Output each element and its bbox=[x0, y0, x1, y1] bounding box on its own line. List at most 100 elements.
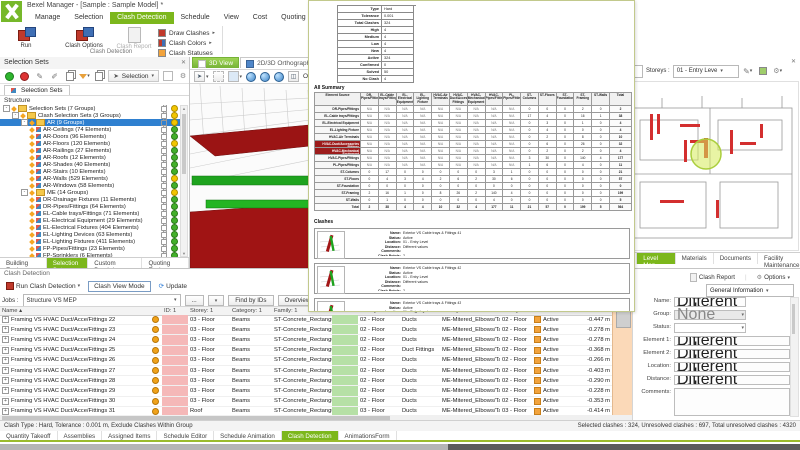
tree-item[interactable]: AR-Stairs (10 Elements) bbox=[0, 168, 180, 175]
selection-dropdown[interactable]: ➤Selection▾ bbox=[108, 70, 159, 82]
group-select[interactable]: None bbox=[674, 310, 746, 320]
paste-icon[interactable] bbox=[64, 70, 76, 82]
dock-tab-documents[interactable]: Documents bbox=[714, 253, 758, 264]
expander-icon[interactable]: - bbox=[3, 105, 10, 112]
row-expander-icon[interactable]: + bbox=[2, 398, 9, 405]
expander-icon[interactable]: - bbox=[21, 189, 28, 196]
view-cube-icon[interactable]: ▾ bbox=[228, 71, 243, 82]
tree-item[interactable]: AR-Railings (27 Elements) bbox=[0, 147, 180, 154]
tree-item[interactable]: AR-Windows (58 Elements) bbox=[0, 182, 180, 189]
clash-card[interactable]: Name:Exterior VS Cable trays & Fittings … bbox=[314, 263, 630, 294]
clash-row[interactable]: +Framing VS HVAC Duct/Acce/Fittings 2703… bbox=[0, 366, 612, 376]
tree-item[interactable]: FP-Pipes/Fittings (23 Elements) bbox=[0, 245, 180, 252]
tree-item[interactable]: -ME (14 Groups) bbox=[0, 189, 180, 196]
row-expander-icon[interactable]: + bbox=[2, 347, 9, 354]
row-expander-icon[interactable]: + bbox=[2, 357, 9, 364]
expander-icon[interactable]: - bbox=[21, 119, 28, 126]
tree-scrollbar[interactable]: ▲ ▼ bbox=[180, 105, 188, 257]
clash-table-scrollbar[interactable] bbox=[612, 306, 633, 415]
clash-report-button2[interactable]: Clash Report bbox=[686, 271, 739, 284]
update-button[interactable]: ⟳Update bbox=[155, 280, 191, 292]
clash-row[interactable]: +Framing VS HVAC Duct/Acce/Fittings 2303… bbox=[0, 325, 612, 335]
ribbon-tab-view[interactable]: View bbox=[217, 12, 246, 24]
column-header-icon[interactable] bbox=[150, 307, 162, 315]
row-expander-icon[interactable]: + bbox=[2, 326, 9, 333]
tree-item[interactable]: -AR (9 Groups) bbox=[0, 119, 180, 126]
column-header-name[interactable]: Name ▴ bbox=[0, 307, 150, 315]
tree-item[interactable]: EL-Electrical Equipment (29 Elements) bbox=[0, 217, 180, 224]
doc-tab-quantity-takeoff[interactable]: Quantity Takeoff bbox=[0, 431, 58, 440]
ribbon-tab-quoting[interactable]: Quoting bbox=[274, 12, 313, 24]
draw-clashes-button[interactable]: Draw Clashes▸ bbox=[158, 28, 215, 38]
run-clash-detection-button[interactable]: Run Clash Detection▾ bbox=[2, 280, 84, 292]
tree-item[interactable]: -Selection Sets (7 Groups) bbox=[0, 105, 180, 112]
column-header-id1[interactable]: ID: 1 bbox=[162, 307, 188, 315]
dock-tab-level-map[interactable]: Level Map bbox=[637, 253, 675, 264]
clash-row[interactable]: +Framing VS HVAC Duct/Acce/Fittings 31Ro… bbox=[0, 407, 612, 415]
row-expander-icon[interactable]: + bbox=[2, 377, 9, 384]
ribbon-tab-schedule[interactable]: Schedule bbox=[174, 12, 217, 24]
tree-item[interactable]: DR-Drainage Fixtures (11 Elements) bbox=[0, 196, 180, 203]
element-2-field[interactable]: Different values bbox=[674, 349, 790, 359]
column-header-category1[interactable]: Category: 1 bbox=[230, 307, 272, 315]
clash-row[interactable]: +Framing VS HVAC Duct/Acce/Fittings 2403… bbox=[0, 335, 612, 345]
dock-tab-materials[interactable]: Materials bbox=[676, 253, 714, 264]
zoom-extents-icon[interactable] bbox=[274, 72, 284, 82]
scroll-down-icon[interactable]: ▼ bbox=[181, 251, 187, 256]
edit-set-icon[interactable]: ✎ bbox=[34, 70, 46, 82]
doc-tab-schedule-animation[interactable]: Schedule Animation bbox=[214, 431, 282, 440]
clash-row[interactable]: +Framing VS HVAC Duct/Acce/Fittings 2903… bbox=[0, 386, 612, 396]
tree-item[interactable]: DR-Pipes/Fittings (64 Elements) bbox=[0, 203, 180, 210]
tree-item[interactable]: AR-Floors (120 Elements) bbox=[0, 140, 180, 147]
status-select[interactable] bbox=[674, 323, 746, 333]
clash-row[interactable]: +Framing VS HVAC Duct/Acce/Fittings 3003… bbox=[0, 397, 612, 407]
clash-view-mode-button[interactable]: Clash View Mode bbox=[88, 281, 150, 292]
copy-icon[interactable] bbox=[93, 70, 105, 82]
doc-tab-clash-detection[interactable]: Clash Detection bbox=[282, 431, 339, 440]
doc-tab-assigned-items[interactable]: Assigned Items bbox=[102, 431, 157, 440]
comments-textarea[interactable] bbox=[674, 388, 790, 416]
level-map-canvas[interactable] bbox=[621, 81, 799, 251]
row-expander-icon[interactable]: + bbox=[2, 316, 9, 323]
tree-item[interactable]: AR-Walls (529 Elements) bbox=[0, 175, 180, 182]
tree-item[interactable]: AR-Doors (96 Elements) bbox=[0, 133, 180, 140]
job-dropdown-button[interactable]: ▾ bbox=[208, 295, 225, 306]
expander-icon[interactable]: - bbox=[12, 112, 19, 119]
ribbon-tab-clash-detection[interactable]: Clash Detection bbox=[110, 12, 173, 24]
tree-item[interactable]: EL-Electrical Fixtures (404 Elements) bbox=[0, 224, 180, 231]
row-expander-icon[interactable]: + bbox=[2, 336, 9, 343]
distance-field[interactable]: Different values bbox=[674, 375, 790, 385]
clash-row[interactable]: +Framing VS HVAC Duct/Acce/Fittings 2203… bbox=[0, 315, 612, 325]
pointer-mode-icon[interactable] bbox=[162, 70, 174, 82]
draw-tool-icon[interactable]: ✎▾ bbox=[742, 65, 754, 77]
clash-colors-button[interactable]: Clash Colors▸ bbox=[158, 38, 215, 48]
select-arrow-icon[interactable]: ➤▾ bbox=[194, 71, 209, 82]
row-expander-icon[interactable]: + bbox=[2, 387, 9, 394]
pan-icon[interactable] bbox=[260, 72, 270, 82]
scroll-up-icon[interactable]: ▲ bbox=[181, 106, 187, 111]
add-set-icon[interactable] bbox=[4, 70, 16, 82]
map-settings-icon[interactable]: ⚙▾ bbox=[772, 65, 784, 77]
doc-tab-schedule-editor[interactable]: Schedule Editor bbox=[157, 431, 214, 440]
ribbon-tab-selection[interactable]: Selection bbox=[67, 12, 110, 24]
doc-tab-assemblies[interactable]: Assemblies bbox=[58, 431, 103, 440]
orbit-icon[interactable] bbox=[246, 72, 256, 82]
storey-combo[interactable]: 01 - Entry Leve▾ bbox=[673, 65, 739, 78]
remove-set-icon[interactable] bbox=[19, 70, 31, 82]
ribbon-tab-cost[interactable]: Cost bbox=[246, 12, 274, 24]
selection-sets-tab[interactable]: Selection Sets bbox=[4, 85, 70, 95]
tree-item[interactable]: EL-Lighting Devices (63 Elements) bbox=[0, 231, 180, 238]
view-tab-3d-view[interactable]: 3D View bbox=[192, 57, 239, 68]
doc-tab-animationsform[interactable]: AnimationsForm bbox=[339, 431, 397, 440]
new-set-icon[interactable]: ✐ bbox=[49, 70, 61, 82]
snapshot-icon[interactable] bbox=[757, 65, 769, 77]
job-select[interactable]: Structure VS MEP▾ bbox=[23, 294, 181, 307]
ribbon-tab-manage[interactable]: Manage bbox=[28, 12, 67, 24]
tree-item[interactable]: -Clash Selection Sets (3 Groups) bbox=[0, 112, 180, 119]
panel-close-icon[interactable]: ✕ bbox=[181, 59, 186, 66]
tree-item[interactable]: AR-Roofs (12 Elements) bbox=[0, 154, 180, 161]
tree-item[interactable]: EL-Lighting Fixtures (411 Elements) bbox=[0, 238, 180, 245]
location-field[interactable]: Different values bbox=[674, 362, 790, 372]
clash-card[interactable]: Name:Exterior VS Cable trays & Fittings … bbox=[314, 228, 630, 259]
tree-item[interactable]: AR-Ceilings (74 Elements) bbox=[0, 126, 180, 133]
